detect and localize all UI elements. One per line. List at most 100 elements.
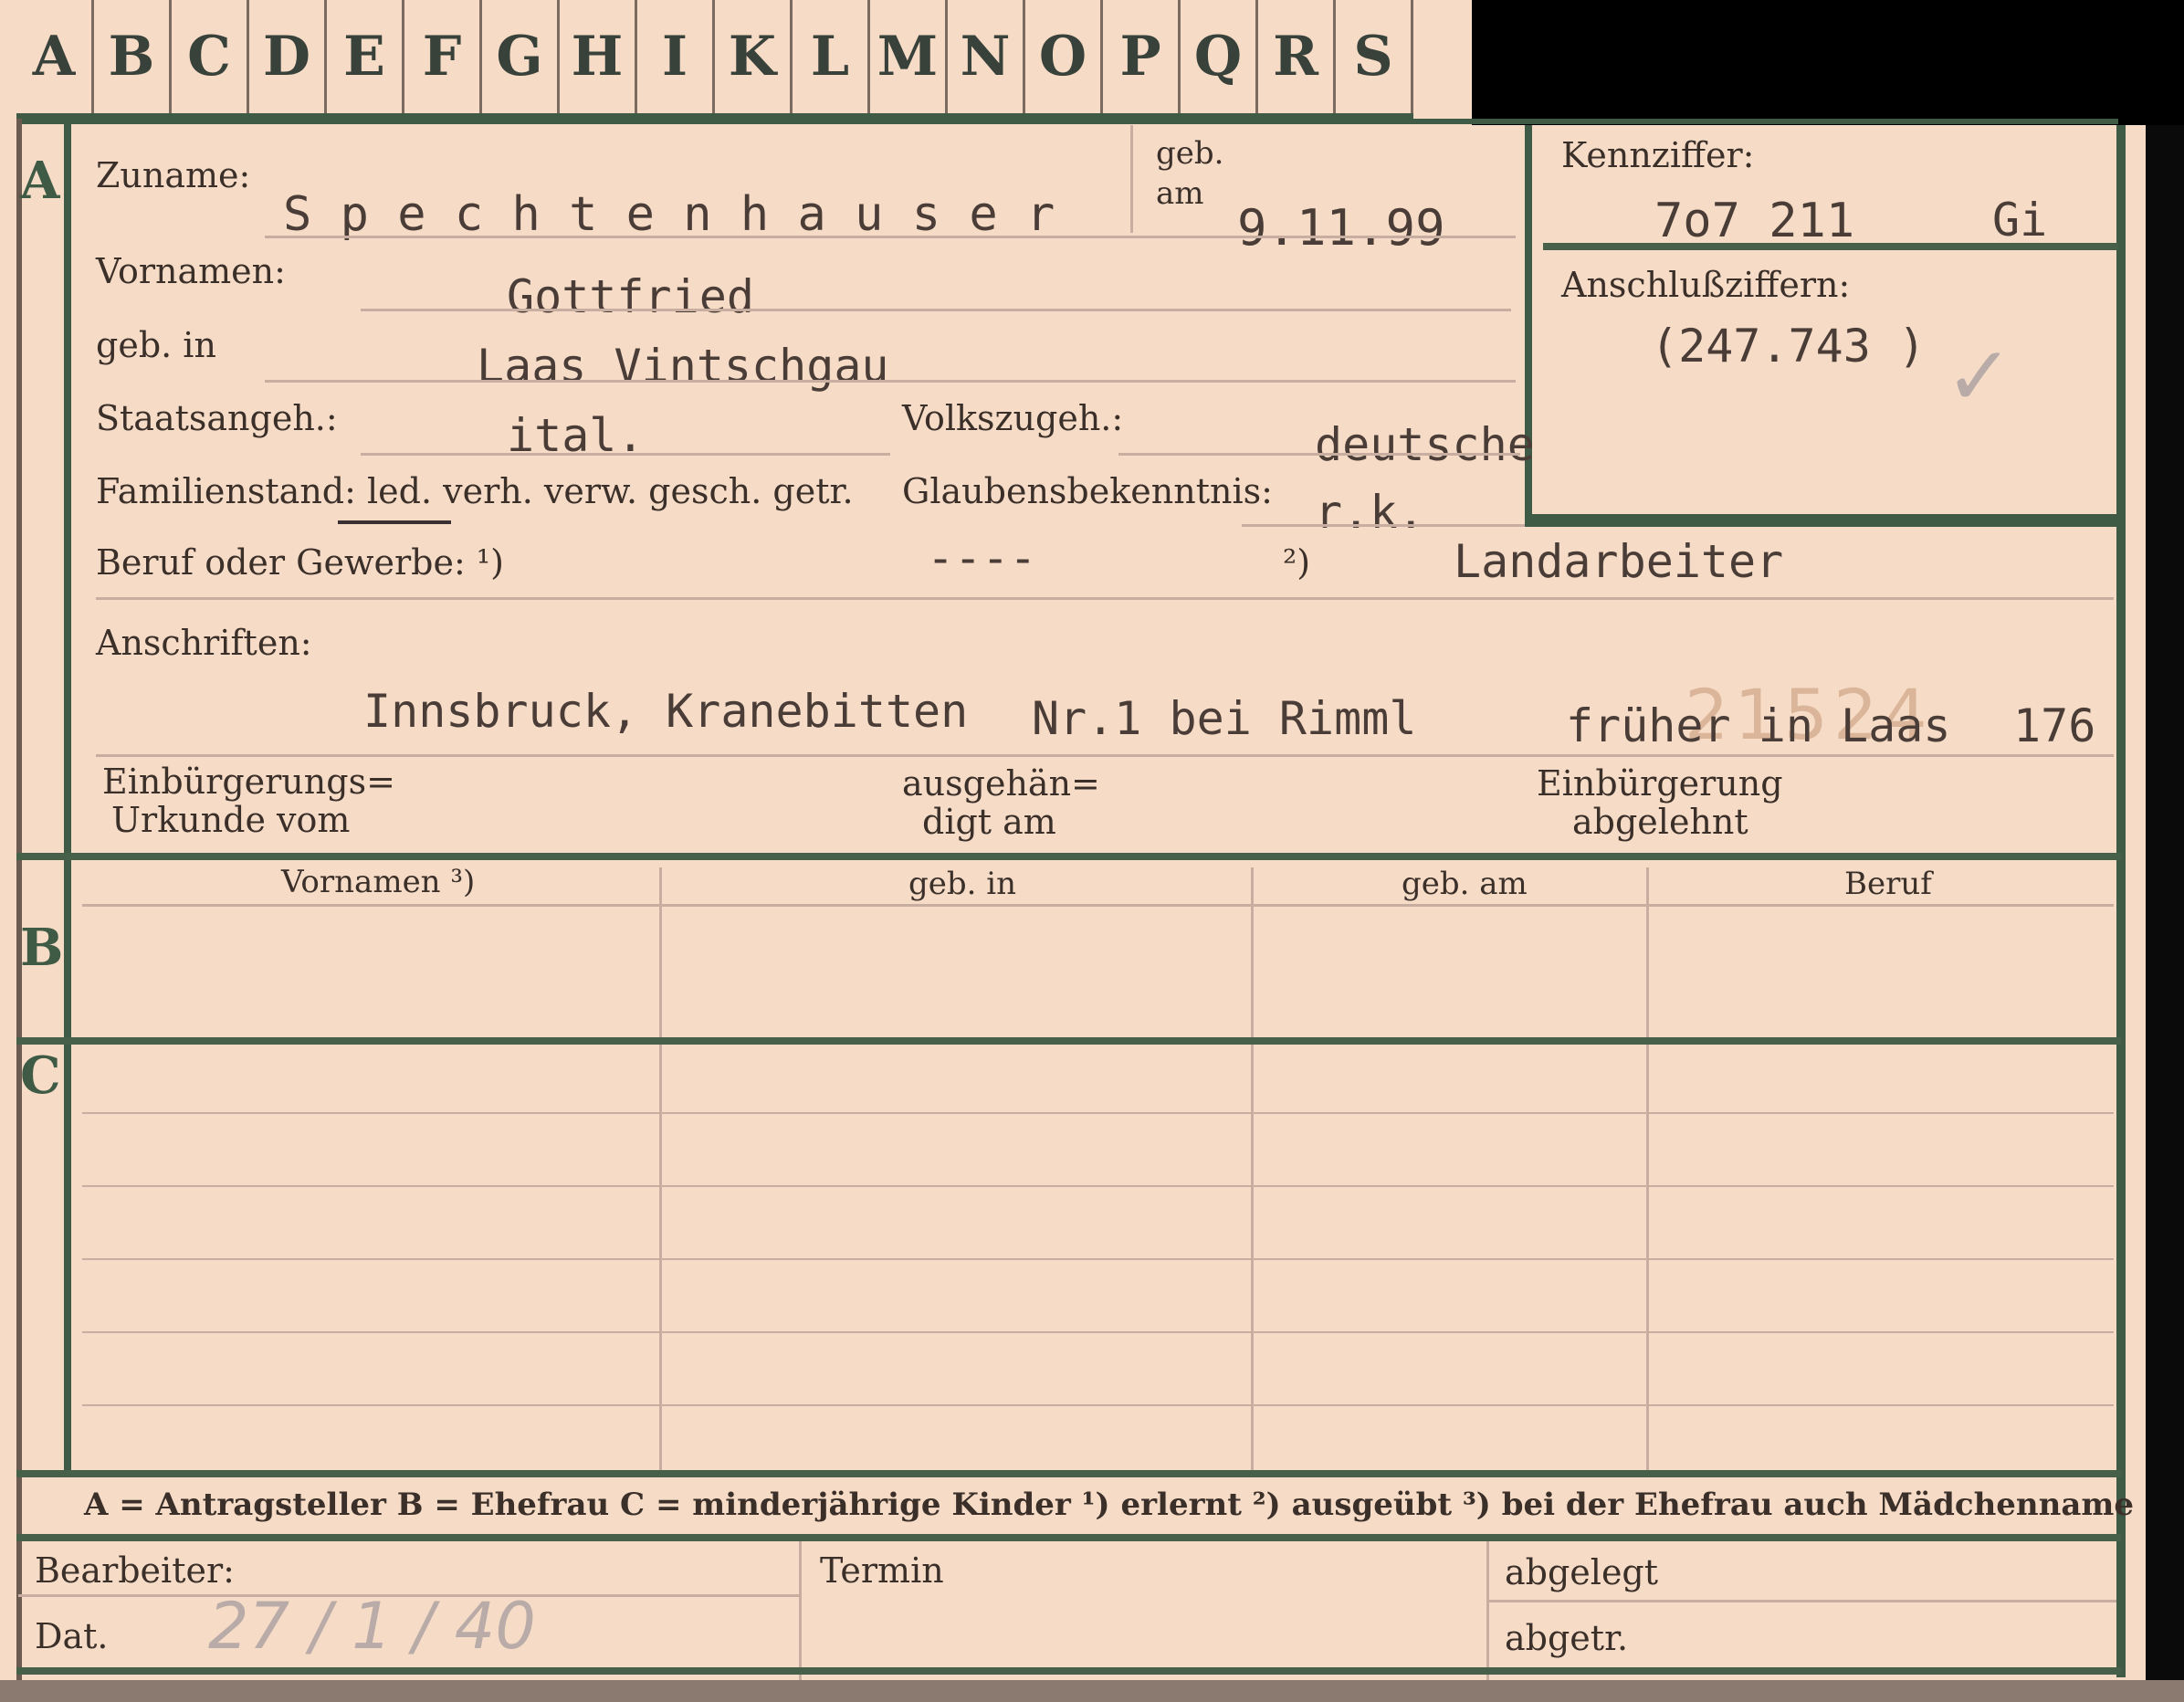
dat-pencil-value: 27 / 1 / 40	[208, 1589, 536, 1664]
tab-q[interactable]: Q	[1181, 0, 1258, 113]
tab-f[interactable]: F	[404, 0, 482, 113]
footer-divider-2	[1486, 1541, 1489, 1680]
beruf-label: Beruf oder Gewerbe: ¹)	[96, 542, 504, 583]
kennziffer-value: 7o7 211	[1654, 194, 1855, 248]
anschrift-number: 176	[2013, 699, 2096, 752]
frame-left-rule	[64, 119, 71, 1470]
volkszugeh-rule	[1118, 453, 1520, 456]
anschluss-label: Anschlußziffern:	[1561, 265, 1851, 305]
glaubens-label: Glaubensbekenntnis:	[902, 471, 1273, 511]
anschluss-value: (247.743 )	[1651, 320, 1927, 373]
beruf-ausgeuebt-marker: ²)	[1283, 542, 1311, 583]
zuname-rule	[265, 236, 1516, 238]
section-c-divider	[16, 1470, 2121, 1477]
volkszugeh-value: deutsche	[1315, 418, 1535, 471]
ausgehaendigt-label-1: ausgehän=	[902, 763, 1100, 804]
black-background-edge	[2146, 125, 2184, 1702]
frame-outer-rule	[16, 119, 22, 1680]
dat-label: Dat.	[35, 1616, 109, 1656]
bearbeiter-label: Bearbeiter:	[35, 1550, 235, 1591]
vornamen-rule	[361, 309, 1511, 311]
tab-d[interactable]: D	[249, 0, 327, 113]
alphabet-tab-row: A B C D E F G H I K L M N O P Q R S	[16, 0, 1413, 121]
einbuergerung-label-2: Urkunde vom	[111, 800, 351, 840]
zuname-label: Zuname:	[96, 155, 251, 195]
geb-am-divider	[1130, 125, 1133, 233]
vornamen-value: Gottfried	[507, 270, 754, 323]
abgetr-label: abgetr.	[1505, 1618, 1629, 1658]
tab-g[interactable]: G	[482, 0, 560, 113]
kennziffer-divider	[1543, 243, 2118, 250]
registration-card: A B C D E F G H I K L M N O P Q R S A B …	[0, 0, 2184, 1702]
tab-e[interactable]: E	[327, 0, 404, 113]
tab-a[interactable]: A	[16, 0, 94, 113]
footer-divider-1	[799, 1541, 802, 1680]
einbuergerung-label-1: Einbürgerungs=	[102, 762, 395, 802]
section-b-letter: B	[20, 918, 64, 978]
tab-s[interactable]: S	[1336, 0, 1413, 113]
volkszugeh-label: Volkszugeh.:	[902, 398, 1124, 438]
termin-label: Termin	[820, 1550, 944, 1591]
anschrift-previous: früher in Laas	[1566, 699, 1951, 752]
footer-bottom-rule	[16, 1667, 2121, 1675]
tab-l[interactable]: L	[793, 0, 870, 113]
section-b-divider	[16, 1037, 2121, 1045]
bottom-background-strip	[0, 1680, 2184, 1702]
legend-divider	[16, 1534, 2121, 1541]
tab-i[interactable]: I	[637, 0, 715, 113]
beruf-erlernt-value: ----	[927, 531, 1037, 584]
anschrift-city: Innsbruck, Kranebitten	[363, 685, 969, 738]
staatsangeh-rule	[361, 453, 890, 456]
geb-in-value: Laas Vintschgau	[477, 340, 889, 393]
geb-label: geb.	[1156, 135, 1224, 172]
zuname-value: S p e c h t e n h a u s e r	[283, 187, 1055, 242]
beruf-rule	[96, 597, 2114, 600]
col-divider-1	[659, 867, 662, 1470]
section-c-row-rule-1	[82, 1112, 2114, 1114]
staatsangeh-label: Staatsangeh.:	[96, 398, 338, 438]
tab-k[interactable]: K	[715, 0, 793, 113]
vornamen-label: Vornamen:	[96, 251, 286, 291]
section-c-row-rule-2	[82, 1185, 2114, 1187]
section-c-letter: C	[20, 1045, 61, 1106]
legend-text: A = Antragsteller B = Ehefrau C = minder…	[84, 1487, 2134, 1523]
beruf-ausgeuebt-value: Landarbeiter	[1454, 535, 1784, 588]
tab-c[interactable]: C	[172, 0, 249, 113]
glaubens-rule	[1242, 524, 1525, 527]
section-a-letter: A	[20, 151, 60, 211]
geb-in-rule	[265, 380, 1516, 383]
familienstand-selected-underline	[338, 520, 451, 524]
section-c-row-rule-4	[82, 1331, 2114, 1333]
tab-n[interactable]: N	[948, 0, 1025, 113]
col-header-vornamen: Vornamen ³)	[281, 864, 476, 900]
tab-b[interactable]: B	[94, 0, 172, 113]
familienstand-label: Familienstand: led. verh. verw. gesch. g…	[96, 471, 854, 511]
tab-r[interactable]: R	[1258, 0, 1336, 113]
kennziffer-label: Kennziffer:	[1561, 135, 1755, 175]
anschriften-label: Anschriften:	[96, 623, 312, 663]
am-label: am	[1156, 175, 1204, 212]
col-header-beruf: Beruf	[1844, 866, 1932, 902]
kennziffer-suffix: Gi	[1992, 194, 2048, 247]
abgelegt-label: abgelegt	[1505, 1552, 1659, 1592]
col-header-geb-in: geb. in	[908, 866, 1017, 902]
glaubens-value: r.k.	[1315, 486, 1425, 539]
abgelegt-rule	[1486, 1600, 2116, 1602]
section-a-divider	[16, 853, 2121, 860]
section-c-row-rule-5	[82, 1404, 2114, 1406]
col-divider-2	[1251, 867, 1254, 1470]
geb-am-value: 9.11.99	[1237, 199, 1445, 257]
section-b-header-rule	[82, 904, 2114, 907]
col-divider-3	[1646, 867, 1649, 1470]
col-header-geb-am: geb. am	[1402, 866, 1528, 902]
pencil-check-mark: ✓	[1945, 329, 2014, 425]
anschriften-rule	[96, 754, 2114, 757]
abgelehnt-label-2: abgelehnt	[1572, 802, 1748, 842]
abgelehnt-label-1: Einbürgerung	[1537, 763, 1783, 804]
frame-top-rule	[18, 119, 2118, 124]
tab-p[interactable]: P	[1103, 0, 1181, 113]
tab-o[interactable]: O	[1025, 0, 1103, 113]
tab-h[interactable]: H	[560, 0, 637, 113]
tab-m[interactable]: M	[870, 0, 948, 113]
black-background-corner	[1472, 0, 2184, 125]
